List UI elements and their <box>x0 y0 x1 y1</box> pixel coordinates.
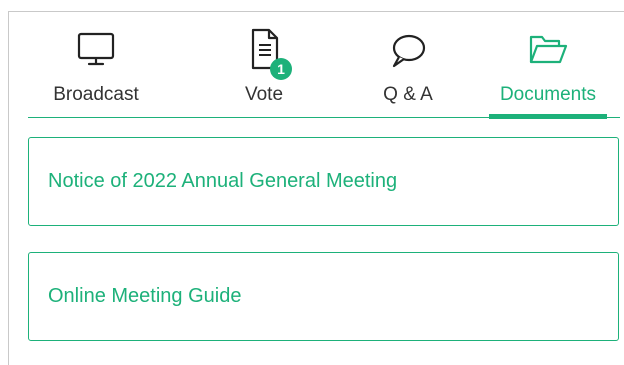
tab-broadcast-label: Broadcast <box>53 84 139 105</box>
tab-bar-divider <box>28 117 620 118</box>
speech-bubble-icon <box>382 28 434 72</box>
document-icon: 1 <box>238 28 292 80</box>
document-item-guide[interactable]: Online Meeting Guide <box>28 252 619 341</box>
monitor-icon <box>70 28 122 72</box>
tab-qa[interactable]: Q & A <box>358 24 458 118</box>
document-item-notice[interactable]: Notice of 2022 Annual General Meeting <box>28 137 619 226</box>
document-title[interactable]: Online Meeting Guide <box>48 253 241 340</box>
vote-count-badge: 1 <box>270 58 292 80</box>
tab-documents[interactable]: Documents <box>489 24 607 119</box>
folder-open-icon <box>522 28 574 72</box>
document-title[interactable]: Notice of 2022 Annual General Meeting <box>48 138 397 225</box>
tab-bar: Broadcast 1 Vote Q & A Documents <box>28 24 620 119</box>
tab-qa-label: Q & A <box>383 84 433 105</box>
tab-vote-label: Vote <box>244 84 284 105</box>
tab-broadcast[interactable]: Broadcast <box>28 24 164 118</box>
tab-documents-label: Documents <box>499 84 597 105</box>
tab-vote[interactable]: 1 Vote <box>224 24 304 118</box>
